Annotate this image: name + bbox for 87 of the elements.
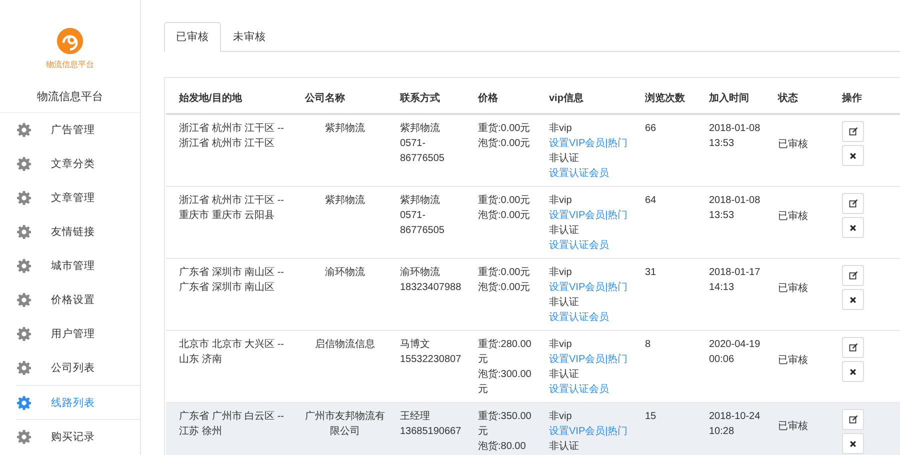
- sidebar-title: 物流信息平台: [0, 75, 140, 113]
- price-text: 重货:0.00元: [478, 122, 532, 136]
- edit-button[interactable]: [842, 121, 864, 142]
- link[interactable]: 设置认证会员: [549, 382, 630, 397]
- delete-button[interactable]: [842, 217, 864, 238]
- tab[interactable]: 已审核: [164, 22, 221, 52]
- link[interactable]: 设置认证会员: [549, 166, 630, 181]
- tab[interactable]: 未审核: [221, 22, 278, 51]
- sidebar-item[interactable]: 城市管理: [16, 249, 140, 283]
- price-text: 重货:0.00元: [478, 194, 532, 208]
- gear-icon: [17, 360, 31, 374]
- edit-icon: [848, 415, 858, 424]
- sidebar-item[interactable]: 公司列表: [16, 351, 140, 385]
- vip-status: 非认证: [549, 224, 580, 238]
- sidebar-item[interactable]: 购买记录: [16, 420, 140, 454]
- gear-icon: [17, 190, 31, 204]
- contact-text: 15532230807: [400, 353, 462, 367]
- delete-button[interactable]: [842, 433, 864, 454]
- table-cell: 已审核: [765, 402, 829, 455]
- sidebar-item[interactable]: 用户管理: [16, 317, 140, 351]
- sidebar-item[interactable]: 文章管理: [16, 181, 140, 215]
- link[interactable]: 设置VIP会员|热门: [549, 136, 630, 151]
- table-cell: 广东省 广州市 白云区 -- 江苏 徐州: [166, 402, 292, 455]
- link[interactable]: 设置VIP会员|热门: [549, 352, 630, 367]
- link[interactable]: 设置VIP会员|热门: [549, 208, 630, 223]
- logo-text: 物流信息平台: [46, 59, 94, 70]
- vip-status: 非vip: [549, 122, 573, 136]
- vip-status: 非vip: [549, 194, 573, 208]
- edit-button[interactable]: [842, 337, 864, 358]
- sidebar-item[interactable]: 价格设置: [16, 283, 140, 317]
- contact-text: 13685190667: [400, 425, 462, 439]
- contact-text: 0571-86776505: [400, 137, 446, 166]
- vip-status: 非认证: [549, 368, 580, 382]
- price-text: 泡货:80.00: [478, 440, 527, 454]
- gear-icon: [17, 430, 31, 444]
- gear-icon: [17, 156, 31, 170]
- vip-status: 非认证: [549, 440, 580, 454]
- contact-text: 紫邦物流: [400, 194, 441, 208]
- gear-icon: [17, 122, 31, 136]
- vip-status: 非vip: [549, 410, 573, 424]
- table-cell: 2018-10-24 10:28: [696, 402, 765, 455]
- close-icon: [849, 296, 857, 304]
- contact-text: 0571-86776505: [400, 209, 446, 238]
- contact-text: 马博文: [400, 338, 431, 352]
- link[interactable]: 设置认证会员: [549, 238, 630, 253]
- edit-icon: [848, 343, 858, 352]
- sidebar-item[interactable]: 文章分类: [16, 147, 140, 181]
- close-icon: [849, 224, 857, 232]
- price-text: 泡货:0.00元: [478, 281, 532, 295]
- vip-status: 非vip: [549, 338, 573, 352]
- logo-icon: [56, 27, 84, 55]
- contact-text: 紫邦物流: [400, 122, 441, 136]
- contact-text: 王经理: [400, 410, 431, 424]
- vip-status: 非认证: [549, 296, 580, 310]
- edit-button[interactable]: [842, 409, 864, 430]
- delete-button[interactable]: [842, 145, 864, 166]
- price-text: 泡货:0.00元: [478, 209, 532, 223]
- close-icon: [849, 440, 857, 448]
- edit-button[interactable]: [842, 265, 864, 286]
- contact-text: 18323407988: [400, 281, 462, 295]
- link[interactable]: 设置VIP会员|热门: [549, 280, 630, 295]
- price-text: 重货:350.00元: [478, 410, 532, 439]
- gear-icon: [17, 326, 31, 340]
- edit-icon: [848, 199, 858, 208]
- gear-icon: [17, 292, 31, 306]
- delete-button[interactable]: [842, 361, 864, 382]
- sidebar-item[interactable]: 友情链接: [16, 215, 140, 249]
- vip-status: 非认证: [549, 152, 580, 166]
- price-text: 泡货:300.00元: [478, 368, 532, 397]
- gear-icon: [17, 224, 31, 238]
- price-text: 重货:280.00元: [478, 338, 532, 367]
- sidebar-item[interactable]: 广告管理: [16, 113, 140, 147]
- price-text: 泡货:0.00元: [478, 137, 532, 151]
- table-cell: 广州市友邦物流有限公司: [292, 402, 387, 455]
- vip-status: 非vip: [549, 266, 573, 280]
- link[interactable]: 设置认证会员: [549, 310, 630, 325]
- table-cell: 15: [632, 402, 696, 455]
- gear-icon: [17, 396, 31, 410]
- edit-icon: [848, 271, 858, 280]
- price-text: 重货:0.00元: [478, 266, 532, 280]
- edit-button[interactable]: [842, 193, 864, 214]
- close-icon: [849, 368, 857, 376]
- gear-icon: [17, 258, 31, 272]
- close-icon: [849, 152, 857, 160]
- contact-text: 渝环物流: [400, 266, 441, 280]
- delete-button[interactable]: [842, 289, 864, 310]
- edit-icon: [848, 127, 858, 136]
